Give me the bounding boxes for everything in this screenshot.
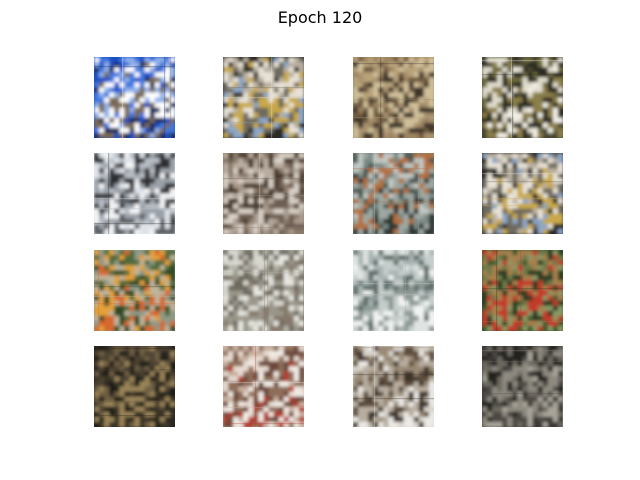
sample-pixels (94, 57, 175, 138)
generated-sample-image (353, 57, 434, 138)
generated-sample-image (353, 153, 434, 234)
generated-sample-image (482, 250, 563, 331)
sample-pixels (223, 57, 304, 138)
sample-pixels (482, 250, 563, 331)
sample-pixels (223, 346, 304, 427)
generated-sample-image (94, 346, 175, 427)
generated-sample-image (94, 57, 175, 138)
sample-pixels (482, 153, 563, 234)
generated-sample-image (353, 346, 434, 427)
sample-pixels (94, 250, 175, 331)
sample-pixels (353, 250, 434, 331)
generated-sample-image (223, 57, 304, 138)
generated-sample-image (482, 346, 563, 427)
generated-sample-image (223, 346, 304, 427)
generated-sample-image (482, 57, 563, 138)
sample-pixels (482, 57, 563, 138)
generated-sample-image (482, 153, 563, 234)
generated-sample-image (223, 153, 304, 234)
generated-sample-image (353, 250, 434, 331)
generated-sample-grid (0, 0, 640, 480)
sample-pixels (223, 153, 304, 234)
sample-pixels (94, 346, 175, 427)
generated-sample-image (223, 250, 304, 331)
sample-pixels (353, 57, 434, 138)
sample-pixels (353, 153, 434, 234)
sample-pixels (94, 153, 175, 234)
sample-pixels (223, 250, 304, 331)
sample-pixels (482, 346, 563, 427)
generated-sample-image (94, 153, 175, 234)
sample-pixels (353, 346, 434, 427)
generated-sample-image (94, 250, 175, 331)
